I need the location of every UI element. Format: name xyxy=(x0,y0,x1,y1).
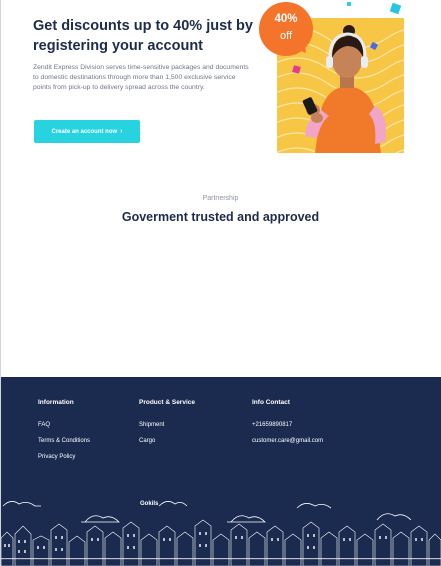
footer-heading: Product & Service xyxy=(139,399,195,406)
create-account-label: Create an account now xyxy=(51,128,118,135)
city-skyline-illustration xyxy=(1,501,441,566)
footer-column-info-contact: Info Contact +21659890817 customer.care@… xyxy=(252,399,323,454)
footer-link-privacy[interactable]: Privacy Policy xyxy=(38,454,90,460)
hero-title: Get discounts up to 40% just by register… xyxy=(33,18,253,54)
create-account-button[interactable]: Create an account now › xyxy=(34,120,140,143)
footer-link-terms[interactable]: Terms & Conditions xyxy=(38,438,90,444)
confetti-teal xyxy=(389,2,402,15)
badge-off: off xyxy=(279,30,293,42)
footer-column-product-service: Product & Service Shipment Cargo xyxy=(139,399,195,454)
partnership-title: Goverment trusted and approved xyxy=(121,210,320,224)
footer: Information FAQ Terms & Conditions Priva… xyxy=(1,377,441,566)
badge-percent: 40% xyxy=(274,13,298,25)
confetti-small xyxy=(347,2,351,6)
chevron-right-icon: › xyxy=(120,128,123,135)
discount-badge: 40% off xyxy=(259,2,313,57)
partnership-eyebrow: Partnership xyxy=(202,195,239,202)
footer-heading: Info Contact xyxy=(252,399,290,406)
footer-link-faq[interactable]: FAQ xyxy=(38,422,90,428)
footer-heading: Information xyxy=(38,399,74,406)
footer-link-phone[interactable]: +21659890817 xyxy=(252,422,323,428)
footer-link-email[interactable]: customer.care@gmail.com xyxy=(252,438,323,444)
footer-link-cargo[interactable]: Cargo xyxy=(139,438,195,444)
hero-description: Zendit Express Division serves time-sens… xyxy=(33,64,249,92)
footer-column-information: Information FAQ Terms & Conditions Priva… xyxy=(38,399,90,470)
footer-link-shipment[interactable]: Shipment xyxy=(139,422,195,428)
